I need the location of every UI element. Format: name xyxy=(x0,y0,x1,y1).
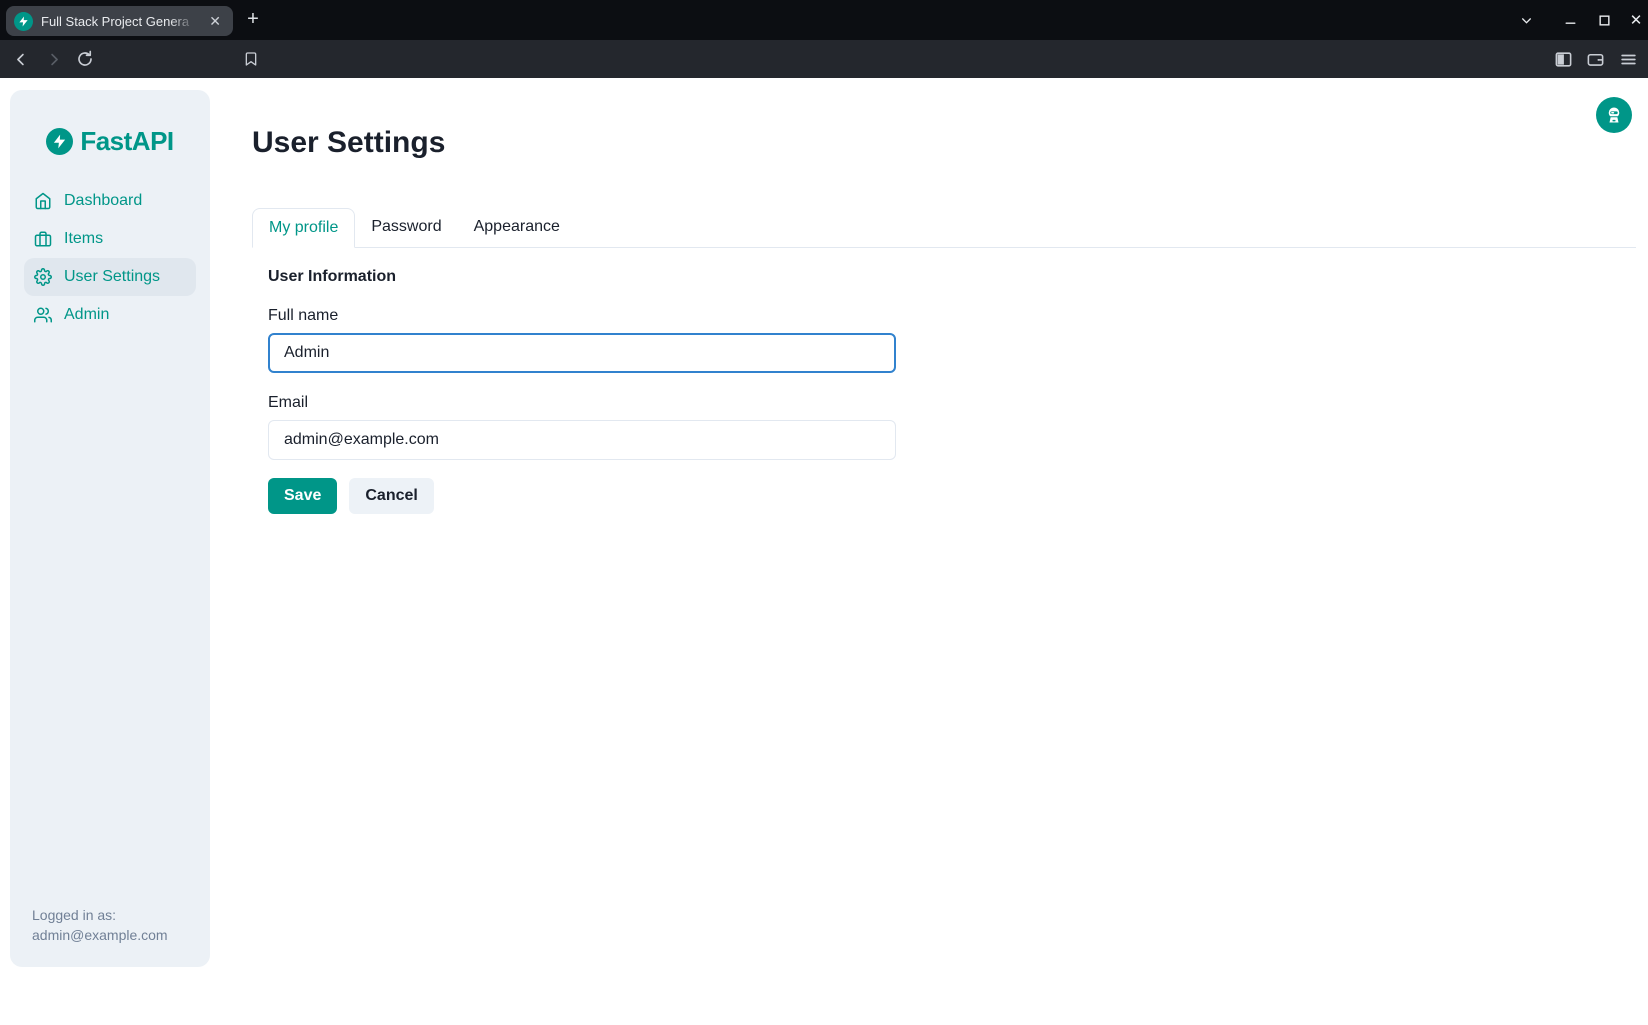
full-name-label: Full name xyxy=(268,307,1620,325)
gear-icon xyxy=(34,268,52,286)
full-name-input[interactable] xyxy=(268,333,896,373)
email-label: Email xyxy=(268,394,1620,412)
form-actions: Save Cancel xyxy=(268,478,1620,514)
sidebar-item-items[interactable]: Items xyxy=(24,220,196,258)
fastapi-logo: FastAPI xyxy=(10,126,210,157)
forward-icon[interactable] xyxy=(38,40,68,78)
settings-tabs: My profile Password Appearance xyxy=(252,208,1636,248)
sidebar-item-dashboard[interactable]: Dashboard xyxy=(24,182,196,220)
tab-title: Full Stack Project Genera xyxy=(41,14,196,29)
sidebar-toggle-icon[interactable] xyxy=(1548,40,1578,78)
tab-my-profile[interactable]: My profile xyxy=(252,208,355,248)
fastapi-bolt-icon xyxy=(46,128,73,155)
fastapi-logo-text: FastAPI xyxy=(80,126,173,157)
tab-password[interactable]: Password xyxy=(355,208,457,247)
tab-appearance[interactable]: Appearance xyxy=(458,208,576,247)
home-icon xyxy=(34,192,52,210)
save-button[interactable]: Save xyxy=(268,478,337,514)
cancel-button[interactable]: Cancel xyxy=(349,478,433,514)
browser-toolbar: i localhost/settings 1 xyxy=(0,40,1648,78)
window-maximize-button[interactable] xyxy=(1590,0,1618,40)
browser-titlebar: Full Stack Project Genera ✕ + ✕ xyxy=(0,0,1648,40)
users-icon xyxy=(34,306,52,324)
back-icon[interactable] xyxy=(6,40,36,78)
sidebar-item-label: Items xyxy=(64,230,103,248)
page-title: User Settings xyxy=(252,126,1636,160)
sidebar-item-user-settings[interactable]: User Settings xyxy=(24,258,196,296)
briefcase-icon xyxy=(34,230,52,248)
my-profile-panel: User Information Full name Email Save Ca… xyxy=(252,248,1636,534)
sidebar: FastAPI Dashboard Items User Settings xyxy=(10,90,210,967)
bookmark-icon[interactable] xyxy=(236,40,266,78)
wallet-icon[interactable] xyxy=(1580,40,1610,78)
window-minimize-button[interactable] xyxy=(1556,0,1584,40)
tab-search-chevron-icon[interactable] xyxy=(1512,0,1540,40)
sidebar-item-label: Admin xyxy=(64,306,109,324)
tab-title-fade xyxy=(170,14,196,29)
sidebar-item-label: Dashboard xyxy=(64,192,142,210)
section-title: User Information xyxy=(268,268,1620,286)
fastapi-favicon-icon xyxy=(14,12,33,31)
email-input[interactable] xyxy=(268,420,896,460)
browser-tab[interactable]: Full Stack Project Genera ✕ xyxy=(6,6,233,36)
reload-icon[interactable] xyxy=(70,40,100,78)
logged-in-email: admin@example.com xyxy=(32,925,168,945)
new-tab-button[interactable]: + xyxy=(242,9,264,31)
main-content: User Settings My profile Password Appear… xyxy=(210,78,1648,1025)
logged-in-label: Logged in as: xyxy=(32,905,168,925)
tab-close-icon[interactable]: ✕ xyxy=(205,12,225,30)
menu-hamburger-icon[interactable] xyxy=(1613,40,1643,78)
window-close-button[interactable]: ✕ xyxy=(1622,0,1648,40)
sidebar-item-label: User Settings xyxy=(64,268,160,286)
app-page: FastAPI Dashboard Items User Settings xyxy=(0,78,1648,1025)
sidebar-nav: Dashboard Items User Settings Admin xyxy=(24,182,196,334)
logged-in-info: Logged in as: admin@example.com xyxy=(32,905,168,945)
sidebar-item-admin[interactable]: Admin xyxy=(24,296,196,334)
